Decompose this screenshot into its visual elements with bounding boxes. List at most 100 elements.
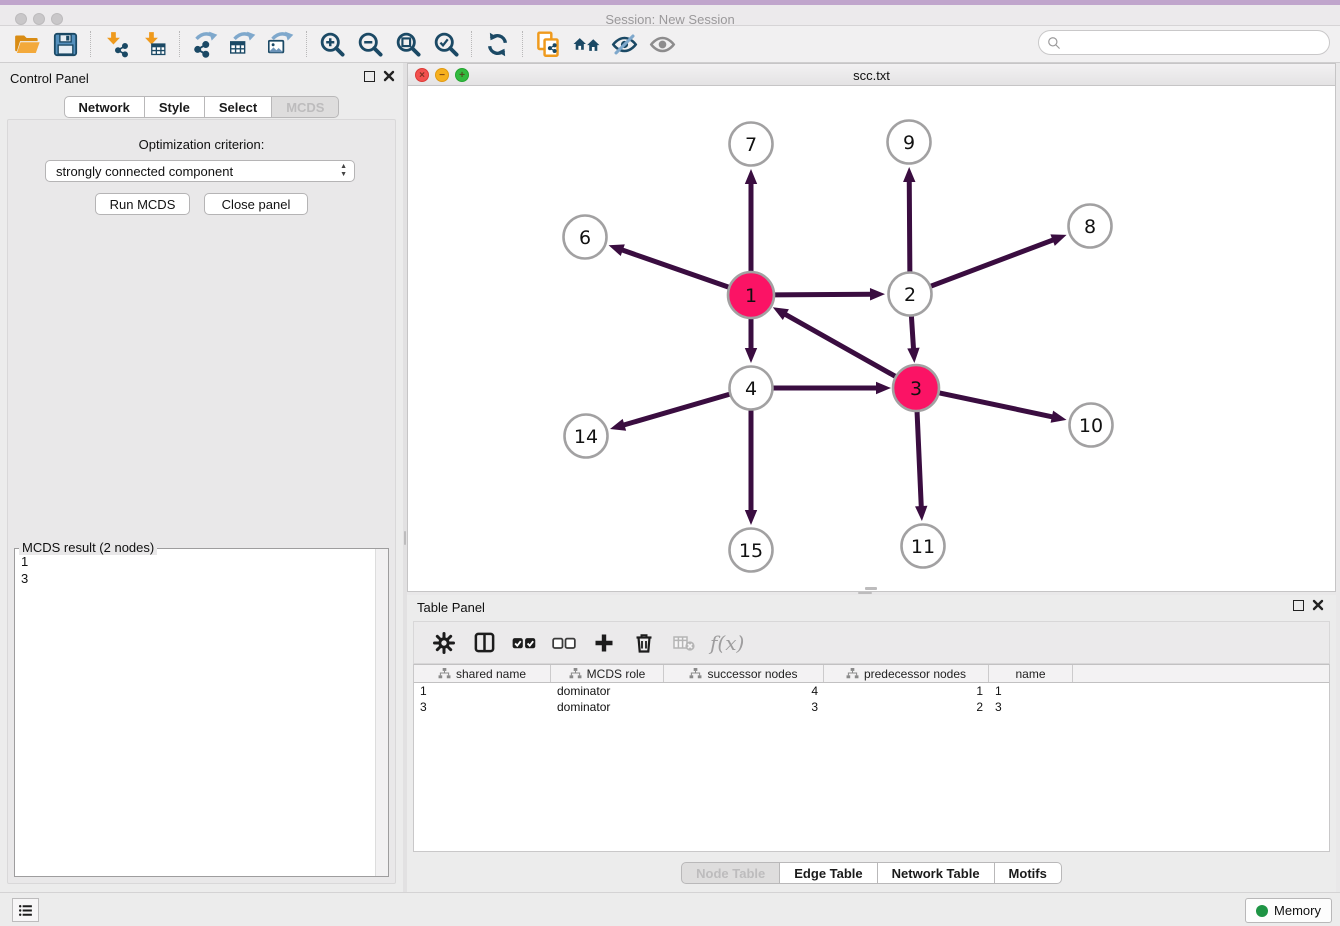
tab-network[interactable]: Network — [64, 96, 145, 118]
mcds-panel: Optimization criterion: strongly connect… — [7, 119, 396, 884]
table-body: 1dominator4113dominator323 — [414, 683, 1329, 715]
column-header-predecessor-nodes[interactable]: predecessor nodes — [824, 665, 989, 682]
horizontal-splitter[interactable] — [858, 592, 872, 594]
edge-2-9[interactable] — [909, 180, 910, 273]
close-panel-button[interactable]: Close panel — [204, 193, 308, 215]
toolbar-separator — [471, 31, 472, 57]
node-label-8: 8 — [1084, 216, 1096, 238]
tab-select[interactable]: Select — [205, 96, 272, 118]
table-cell[interactable]: 1 — [989, 683, 1073, 699]
edge-arrow-icon — [1050, 234, 1066, 246]
close-panel-icon[interactable] — [383, 70, 395, 82]
export-image-button[interactable] — [262, 28, 300, 60]
import-network-button[interactable] — [97, 28, 135, 60]
table-cell[interactable]: 2 — [824, 699, 989, 715]
table-row[interactable]: 1dominator411 — [414, 683, 1329, 699]
zoom-out-button[interactable] — [351, 28, 389, 60]
node-label-7: 7 — [745, 134, 757, 156]
select-all-rows-button[interactable] — [506, 626, 542, 660]
delete-column-button[interactable] — [626, 626, 662, 660]
tab-style[interactable]: Style — [145, 96, 205, 118]
column-header-MCDS-role[interactable]: MCDS role — [551, 665, 664, 682]
edge-4-14[interactable] — [622, 394, 730, 425]
column-header-name[interactable]: name — [989, 665, 1073, 682]
close-table-panel-icon[interactable] — [1312, 599, 1324, 611]
column-type-icon — [689, 668, 702, 679]
network-graph[interactable]: 1234678910111415 — [408, 86, 1335, 592]
memory-button[interactable]: Memory — [1245, 898, 1332, 923]
first-neighbors-button[interactable] — [567, 28, 605, 60]
hide-selected-button[interactable] — [605, 28, 643, 60]
table-settings-button[interactable] — [426, 626, 462, 660]
network-canvas[interactable]: 1234678910111415 — [408, 86, 1335, 591]
table-row[interactable]: 3dominator323 — [414, 699, 1329, 715]
table-tab-node-table[interactable]: Node Table — [681, 862, 780, 884]
float-table-panel-icon[interactable] — [1293, 600, 1304, 611]
network-view-window: × − + scc.txt 1234678910111415 — [407, 63, 1336, 592]
result-scrollbar[interactable] — [375, 549, 388, 876]
column-header-shared-name[interactable]: shared name — [414, 665, 551, 682]
table-tab-network-table[interactable]: Network Table — [878, 862, 995, 884]
node-label-6: 6 — [579, 227, 591, 249]
table-cell[interactable]: dominator — [551, 683, 664, 699]
import-table-button[interactable] — [135, 28, 173, 60]
table-cell[interactable]: 3 — [414, 699, 551, 715]
copy-view-button[interactable] — [529, 28, 567, 60]
zoom-selected-button[interactable] — [427, 28, 465, 60]
tab-mcds[interactable]: MCDS — [272, 96, 339, 118]
edge-3-10[interactable] — [937, 392, 1054, 417]
task-history-button[interactable] — [12, 898, 39, 922]
search-input[interactable] — [1038, 30, 1330, 55]
node-label-4: 4 — [745, 378, 757, 400]
node-label-1: 1 — [745, 285, 757, 307]
control-panel-tabs: NetworkStyleSelectMCDS — [0, 96, 403, 118]
node-label-10: 10 — [1079, 415, 1103, 437]
node-label-2: 2 — [904, 284, 916, 306]
run-mcds-button[interactable]: Run MCDS — [95, 193, 190, 215]
toolbar-separator — [306, 31, 307, 57]
column-header-successor-nodes[interactable]: successor nodes — [664, 665, 824, 682]
edge-1-6[interactable] — [621, 250, 731, 288]
edge-2-3[interactable] — [911, 315, 913, 350]
search-field[interactable] — [1061, 36, 1311, 50]
table-cell[interactable]: 1 — [414, 683, 551, 699]
column-label: shared name — [456, 667, 526, 681]
column-label: successor nodes — [707, 667, 797, 681]
table-cell[interactable]: 3 — [989, 699, 1073, 715]
edge-3-1[interactable] — [784, 314, 897, 378]
criterion-value: strongly connected component — [56, 164, 233, 179]
mcds-result-list[interactable]: 13 — [15, 551, 374, 876]
show-all-button[interactable] — [643, 28, 681, 60]
table-cell[interactable]: 1 — [824, 683, 989, 699]
float-panel-icon[interactable] — [364, 71, 375, 82]
zoom-fit-button[interactable] — [389, 28, 427, 60]
table-cell[interactable]: dominator — [551, 699, 664, 715]
export-network-button[interactable] — [186, 28, 224, 60]
zoom-in-button[interactable] — [313, 28, 351, 60]
save-session-button[interactable] — [46, 28, 84, 60]
trash-icon — [632, 631, 656, 655]
table-tab-motifs[interactable]: Motifs — [995, 862, 1062, 884]
edge-2-8[interactable] — [930, 239, 1054, 286]
column-label: predecessor nodes — [864, 667, 966, 681]
create-column-button[interactable] — [586, 626, 622, 660]
unchecked-boxes-icon — [551, 630, 577, 656]
show-columns-button[interactable] — [466, 626, 502, 660]
edge-3-11[interactable] — [917, 409, 921, 508]
plus-icon — [592, 631, 616, 655]
edge-1-2[interactable] — [772, 294, 872, 295]
edge-arrow-icon — [1051, 411, 1067, 423]
table-tab-edge-table[interactable]: Edge Table — [780, 862, 877, 884]
apply-layout-button[interactable] — [478, 28, 516, 60]
export-table-button[interactable] — [224, 28, 262, 60]
deselect-all-rows-button[interactable] — [546, 626, 582, 660]
table-cell[interactable]: 3 — [664, 699, 824, 715]
open-session-button[interactable] — [8, 28, 46, 60]
edge-arrow-icon — [745, 348, 757, 363]
export-table-icon — [230, 31, 257, 58]
network-window-titlebar[interactable]: × − + scc.txt — [408, 64, 1335, 86]
canvas-resize-grip[interactable] — [865, 587, 877, 590]
table-cell[interactable]: 4 — [664, 683, 824, 699]
criterion-dropdown[interactable]: strongly connected component ▲▼ — [45, 160, 355, 182]
main-toolbar — [0, 26, 1340, 63]
